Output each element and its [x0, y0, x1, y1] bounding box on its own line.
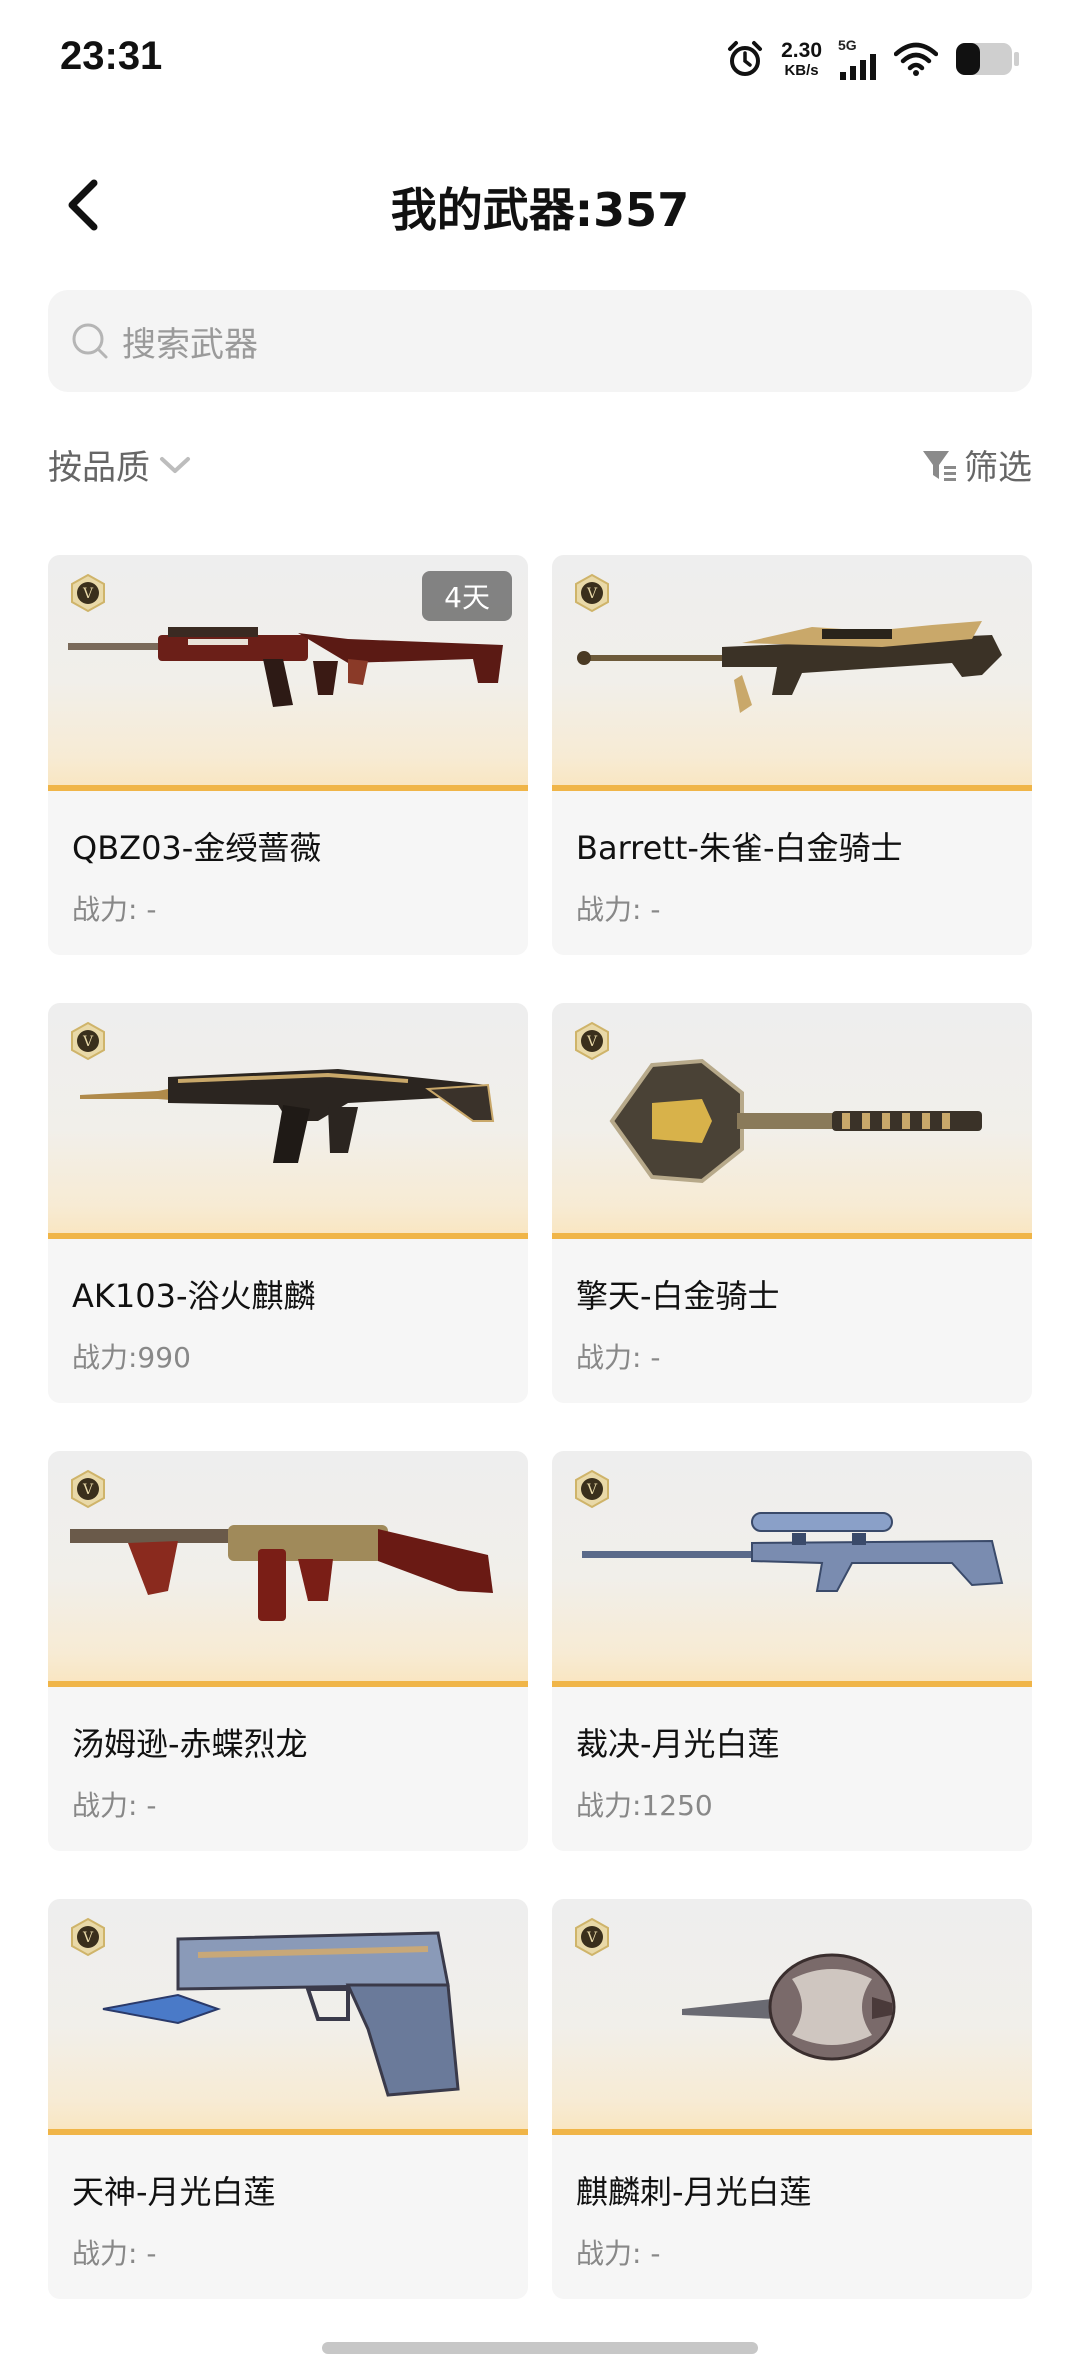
weapon-image: V: [48, 1003, 528, 1239]
status-icons: 2.30 KB/s 5G: [725, 36, 1020, 82]
search-icon: [70, 321, 110, 361]
weapon-power: 战力: -: [576, 2237, 661, 2270]
pistol-icon: [102, 1931, 460, 2097]
network-speed: 2.30 KB/s: [781, 40, 822, 78]
sort-filter-row: 按品质 筛选: [48, 440, 1032, 500]
weapon-name: 汤姆逊-赤蝶烈龙: [72, 1725, 308, 1763]
filter-label: 筛选: [964, 448, 1032, 488]
weapon-card[interactable]: V 汤姆逊-赤蝶烈龙 战力: -: [48, 1451, 528, 1851]
weapon-name: AK103-浴火麒麟: [72, 1277, 316, 1315]
weapon-power: 战力: -: [72, 1789, 157, 1822]
weapon-image: V: [552, 1451, 1032, 1687]
weapon-card[interactable]: V AK103-浴火麒麟 战力:990: [48, 1003, 528, 1403]
weapon-card[interactable]: V 擎天-白金骑士 战力: -: [552, 1003, 1032, 1403]
status-time: 23:31: [60, 34, 163, 78]
filter-button[interactable]: 筛选: [920, 440, 1032, 489]
weapon-image: V: [552, 1899, 1032, 2135]
weapon-name: QBZ03-金绶蔷薇: [72, 829, 322, 867]
sniper-rifle-icon: [577, 621, 1002, 713]
weapon-grid: V 4天 QBZ03-金绶蔷薇 战力: - V Barrett-朱雀-白金骑士 …: [48, 555, 1032, 2299]
sort-by-quality-button[interactable]: 按品质: [48, 440, 192, 489]
weapon-image: V: [552, 1003, 1032, 1239]
cell-signal: 5G: [838, 38, 878, 80]
sort-label: 按品质: [48, 448, 150, 488]
weapon-power: 战力: -: [72, 2237, 157, 2270]
net-speed-unit: KB/s: [784, 62, 819, 79]
weapon-power: 战力: -: [72, 893, 157, 926]
search-input[interactable]: 搜索武器: [48, 290, 1032, 392]
alarm-icon: [728, 41, 763, 76]
weapon-name: 裁决-月光白莲: [576, 1725, 780, 1763]
header: 我的武器:357: [0, 150, 1080, 260]
weapon-image: V: [552, 555, 1032, 791]
sniper-rifle-icon: [582, 1512, 1004, 1592]
wifi-icon: [894, 42, 938, 76]
weapon-card[interactable]: V 麒麟刺-月光白莲 战力: -: [552, 1899, 1032, 2299]
signal-icon: [840, 54, 876, 80]
weapon-image: V: [48, 1899, 528, 2135]
weapon-power: 战力: -: [576, 1341, 661, 1374]
weapon-name: Barrett-朱雀-白金骑士: [576, 829, 903, 867]
battery-icon: [956, 43, 1019, 75]
home-indicator[interactable]: [322, 2342, 758, 2354]
weapon-name: 擎天-白金骑士: [576, 1277, 780, 1315]
weapon-power: 战力:990: [72, 1341, 191, 1374]
weapon-power: 战力: -: [576, 893, 661, 926]
submachine-gun-icon: [70, 1525, 493, 1621]
chevron-down-icon: [160, 456, 190, 473]
search-placeholder: 搜索武器: [122, 324, 258, 365]
weapon-card[interactable]: V 裁决-月光白莲 战力:1250: [552, 1451, 1032, 1851]
knife-melee-icon: [682, 1953, 896, 2061]
assault-rifle-icon: [80, 1069, 495, 1163]
weapon-name: 麒麟刺-月光白莲: [576, 2173, 812, 2211]
status-bar: 23:31 2.30 KB/s 5G: [0, 0, 1080, 120]
weapon-name: 天神-月光白莲: [72, 2173, 276, 2211]
weapon-power: 战力:1250: [576, 1789, 713, 1822]
weapon-card[interactable]: V 天神-月光白莲 战力: -: [48, 1899, 528, 2299]
shovel-melee-icon: [609, 1058, 982, 1184]
time-limit-tag: 4天: [422, 571, 512, 621]
weapon-image: V 4天: [48, 555, 528, 791]
net-speed-value: 2.30: [781, 39, 822, 62]
weapon-image: V: [48, 1451, 528, 1687]
weapon-card[interactable]: V 4天 QBZ03-金绶蔷薇 战力: -: [48, 555, 528, 955]
signal-label: 5G: [838, 37, 857, 53]
filter-icon: [923, 450, 956, 481]
weapon-card[interactable]: V Barrett-朱雀-白金骑士 战力: -: [552, 555, 1032, 955]
page-title: 我的武器:357: [390, 183, 690, 237]
